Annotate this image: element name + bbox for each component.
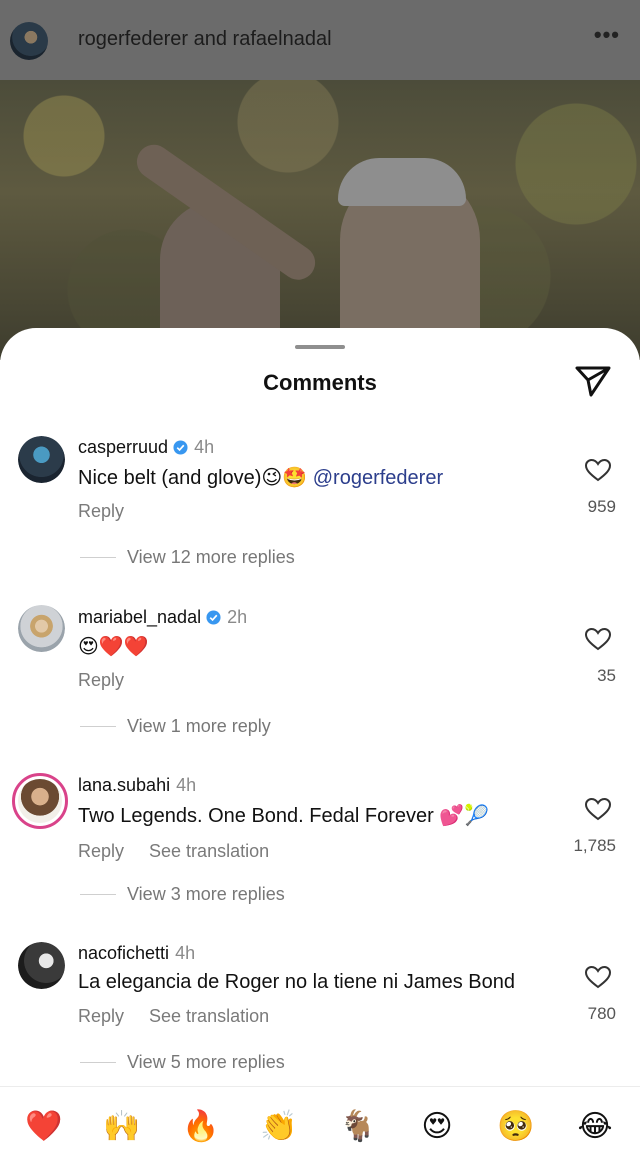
post-author-avatar[interactable] — [10, 22, 48, 60]
like-heart-icon[interactable] — [584, 458, 612, 482]
comment-actions: Reply See translation — [78, 1006, 269, 1027]
comment-actions: Reply — [78, 670, 124, 691]
clapping-emoji-button[interactable]: 👏 — [259, 1109, 299, 1145]
verified-badge-icon — [206, 610, 221, 625]
comment-username[interactable]: lana.subahi 4h — [78, 775, 196, 796]
comment-username[interactable]: nacofichetti 4h — [78, 943, 195, 964]
see-translation-button[interactable]: See translation — [149, 1006, 269, 1027]
sheet-title: Comments — [263, 370, 377, 395]
reply-button[interactable]: Reply — [78, 501, 124, 522]
view-more-label: View 12 more replies — [127, 547, 295, 567]
avatar-with-story-ring[interactable] — [12, 773, 68, 829]
comment-time: 4h — [175, 943, 196, 963]
raised-hands-emoji-button[interactable]: 🙌 — [102, 1109, 142, 1145]
like-heart-icon[interactable] — [584, 797, 612, 821]
avatar[interactable] — [18, 942, 65, 989]
like-heart-icon[interactable] — [584, 627, 612, 651]
post-header: rogerfederer and rafaelnadal ••• — [0, 0, 640, 80]
post-image — [0, 80, 640, 360]
photo-cap — [338, 158, 466, 206]
view-more-replies-button[interactable]: View 5 more replies — [80, 1052, 285, 1073]
goat-emoji-button[interactable]: 🐐 — [338, 1109, 378, 1145]
comment-text: Nice belt (and glove)😉🤩 @rogerfederer — [78, 467, 444, 489]
avatar[interactable] — [18, 436, 65, 483]
post-author-title[interactable]: rogerfederer and rafaelnadal — [78, 28, 332, 51]
comment-actions: Reply See translation — [78, 841, 269, 862]
reply-button[interactable]: Reply — [78, 841, 124, 862]
view-more-replies-button[interactable]: View 3 more replies — [80, 884, 285, 905]
emoji-quick-bar: ❤️ 🙌 🔥 👏 🐐 😍 🥺 😂 — [0, 1086, 640, 1159]
reply-button[interactable]: Reply — [78, 670, 124, 691]
drag-handle[interactable] — [295, 345, 345, 349]
comment-text: 😍❤️❤️ — [78, 636, 149, 658]
comment-text: Two Legends. One Bond. Fedal Forever 💕🎾 — [78, 805, 490, 827]
see-translation-button[interactable]: See translation — [149, 841, 269, 862]
comment-time: 4h — [194, 437, 215, 457]
divider-line — [80, 557, 116, 558]
view-more-label: View 3 more replies — [127, 884, 285, 904]
like-heart-icon[interactable] — [584, 965, 612, 989]
divider-line — [80, 1062, 116, 1063]
divider-line — [80, 726, 116, 727]
view-more-replies-button[interactable]: View 12 more replies — [80, 547, 295, 568]
like-count: 780 — [587, 1004, 616, 1023]
heart-eyes-emoji-button[interactable]: 😍 — [417, 1109, 457, 1145]
verified-badge-icon — [173, 440, 188, 455]
reply-button[interactable]: Reply — [78, 1006, 124, 1027]
pleading-face-emoji-button[interactable]: 🥺 — [496, 1109, 536, 1145]
comment-time: 2h — [227, 607, 248, 627]
fire-emoji-button[interactable]: 🔥 — [181, 1109, 221, 1145]
comment-actions: Reply — [78, 501, 124, 522]
mention-link[interactable]: @rogerfederer — [313, 467, 443, 489]
divider-line — [80, 894, 116, 895]
comment-username[interactable]: mariabel_nadal 2h — [78, 607, 247, 628]
comment-text: La elegancia de Roger no la tiene ni Jam… — [78, 971, 515, 993]
like-count: 35 — [597, 666, 616, 685]
view-more-replies-button[interactable]: View 1 more reply — [80, 716, 271, 737]
send-icon[interactable] — [574, 364, 612, 398]
red-heart-emoji-button[interactable]: ❤️ — [24, 1109, 64, 1145]
tears-of-joy-emoji-button[interactable]: 😂 — [575, 1109, 615, 1145]
photo-background — [0, 80, 640, 360]
view-more-label: View 1 more reply — [127, 716, 271, 736]
more-options-icon[interactable]: ••• — [594, 22, 620, 48]
like-count: 1,785 — [573, 836, 616, 855]
comment-time: 4h — [176, 775, 197, 795]
view-more-label: View 5 more replies — [127, 1052, 285, 1072]
avatar[interactable] — [18, 605, 65, 652]
comment-username[interactable]: casperruud 4h — [78, 437, 214, 458]
like-count: 959 — [587, 497, 616, 516]
